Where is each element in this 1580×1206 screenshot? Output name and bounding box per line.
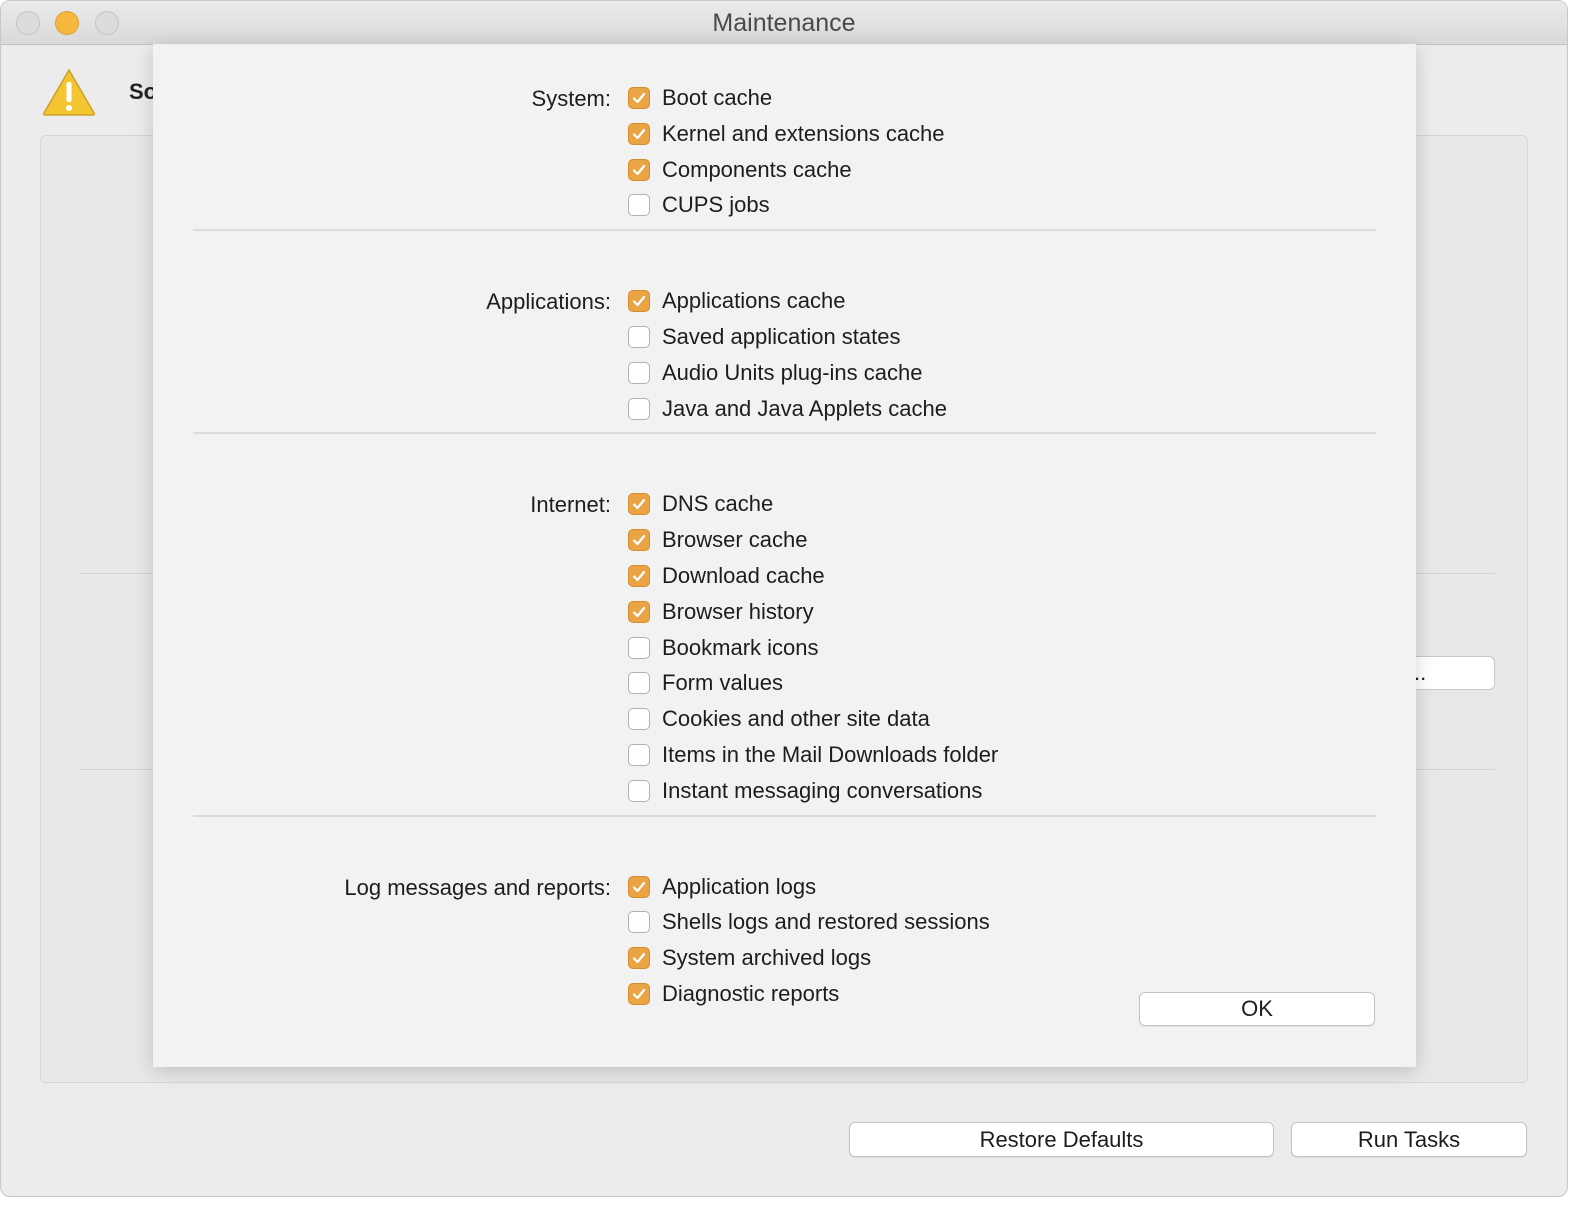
option-label: Bookmark icons: [662, 634, 819, 660]
checkmark-icon: [632, 535, 646, 546]
checkbox[interactable]: [628, 361, 650, 384]
checkbox[interactable]: [628, 672, 650, 695]
section-label-system: System:: [531, 86, 611, 111]
ok-button[interactable]: OK: [1139, 992, 1375, 1026]
option-label: Browser cache: [662, 527, 808, 553]
option-bookmark-icons[interactable]: Bookmark icons: [628, 634, 819, 662]
checkbox[interactable]: [628, 529, 650, 552]
option-instant-messaging-conversations[interactable]: Instant messaging conversations: [628, 777, 982, 805]
options-sheet: OK System: Boot cache Kernel and extension…: [153, 44, 1416, 1067]
checkbox[interactable]: [628, 290, 650, 313]
option-saved-application-states[interactable]: Saved application states: [628, 323, 901, 351]
checkbox[interactable]: [628, 600, 650, 623]
option-label: Boot cache: [662, 85, 773, 110]
checkbox[interactable]: [628, 194, 650, 217]
option-label: Download cache: [662, 563, 825, 588]
checkbox[interactable]: [628, 947, 650, 970]
option-label: Audio Units plug-ins cache: [662, 359, 923, 385]
option-diagnostic-reports[interactable]: Diagnostic reports: [628, 980, 839, 1008]
run-tasks-button[interactable]: Run Tasks: [1291, 1122, 1527, 1157]
option-cups-jobs[interactable]: CUPS jobs: [628, 191, 770, 219]
option-components-cache[interactable]: Components cache: [628, 156, 852, 184]
option-shells-logs-and-restored-sessions[interactable]: Shells logs and restored sessions: [628, 908, 990, 936]
checkbox[interactable]: [628, 708, 650, 731]
option-cookies-and-other-site-data[interactable]: Cookies and other site data: [628, 705, 930, 733]
option-label: DNS cache: [662, 491, 774, 517]
option-boot-cache[interactable]: Boot cache: [628, 84, 772, 112]
checkbox[interactable]: [628, 326, 650, 348]
option-items-in-the-mail-downloads-folder[interactable]: Items in the Mail Downloads folder: [628, 741, 998, 769]
section-divider: [193, 229, 1376, 232]
option-dns-cache[interactable]: DNS cache: [628, 490, 773, 518]
option-label: Application logs: [662, 873, 817, 899]
checkmark-icon: [632, 953, 646, 964]
option-label: Items in the Mail Downloads folder: [662, 742, 999, 767]
option-form-values[interactable]: Form values: [628, 669, 783, 697]
option-download-cache[interactable]: Download cache: [628, 562, 825, 590]
warning-icon: [42, 68, 96, 116]
checkmark-icon: [632, 570, 646, 582]
checkbox[interactable]: [628, 158, 650, 181]
checkmark-icon: [632, 988, 646, 1000]
option-label: Diagnostic reports: [662, 981, 840, 1006]
option-java-and-java-applets-cache[interactable]: Java and Java Applets cache: [628, 395, 947, 423]
window-title: Maintenance: [712, 9, 856, 37]
option-label: Java and Java Applets cache: [662, 395, 947, 421]
option-label: Form values: [662, 670, 784, 696]
section-label-applications: Applications:: [486, 289, 611, 315]
option-label: Applications cache: [662, 288, 846, 314]
option-system-archived-logs[interactable]: System archived logs: [628, 944, 871, 972]
section-divider: [193, 432, 1376, 435]
option-label: Kernel and extensions cache: [662, 120, 945, 146]
checkbox[interactable]: [628, 983, 650, 1005]
restore-defaults-button[interactable]: Restore Defaults: [849, 1122, 1274, 1157]
checkbox[interactable]: [628, 636, 650, 659]
maintenance-window: Maintenance So .. Restore Defaults Run T…: [0, 0, 1568, 1197]
option-audio-units-plug-ins-cache[interactable]: Audio Units plug-ins cache: [628, 359, 922, 387]
section-label-internet: Internet:: [530, 492, 611, 518]
checkbox[interactable]: [628, 875, 650, 898]
option-applications-cache[interactable]: Applications cache: [628, 287, 845, 315]
checkmark-icon: [632, 881, 646, 892]
checkbox[interactable]: [628, 565, 650, 587]
checkmark-icon: [632, 128, 646, 139]
option-label: Instant messaging conversations: [662, 777, 983, 803]
checkbox[interactable]: [628, 122, 650, 145]
checkmark-icon: [632, 92, 646, 104]
option-browser-cache[interactable]: Browser cache: [628, 526, 808, 554]
option-label: Saved application states: [662, 324, 901, 349]
checkbox[interactable]: [628, 911, 650, 934]
checkmark-icon: [632, 296, 646, 307]
checkmark-icon: [632, 164, 646, 175]
option-application-logs[interactable]: Application logs: [628, 873, 816, 901]
section-divider: [193, 814, 1376, 817]
checkbox[interactable]: [628, 744, 650, 766]
checkbox[interactable]: [628, 87, 650, 109]
checkbox[interactable]: [628, 397, 650, 420]
option-label: CUPS jobs: [662, 192, 770, 218]
checkmark-icon: [632, 606, 646, 617]
option-kernel-and-extensions-cache[interactable]: Kernel and extensions cache: [628, 120, 945, 148]
section-label-log-messages-and-reports: Log messages and reports:: [344, 874, 611, 900]
option-browser-history[interactable]: Browser history: [628, 598, 814, 626]
option-label: Shells logs and restored sessions: [662, 909, 990, 935]
option-label: Cookies and other site data: [662, 706, 930, 732]
checkbox[interactable]: [628, 493, 650, 516]
title-bar: Maintenance: [1, 1, 1567, 45]
option-label: Browser history: [662, 598, 814, 624]
checkbox[interactable]: [628, 779, 650, 802]
option-label: System archived logs: [662, 945, 872, 971]
option-label: Components cache: [662, 156, 852, 182]
checkmark-icon: [632, 499, 646, 510]
